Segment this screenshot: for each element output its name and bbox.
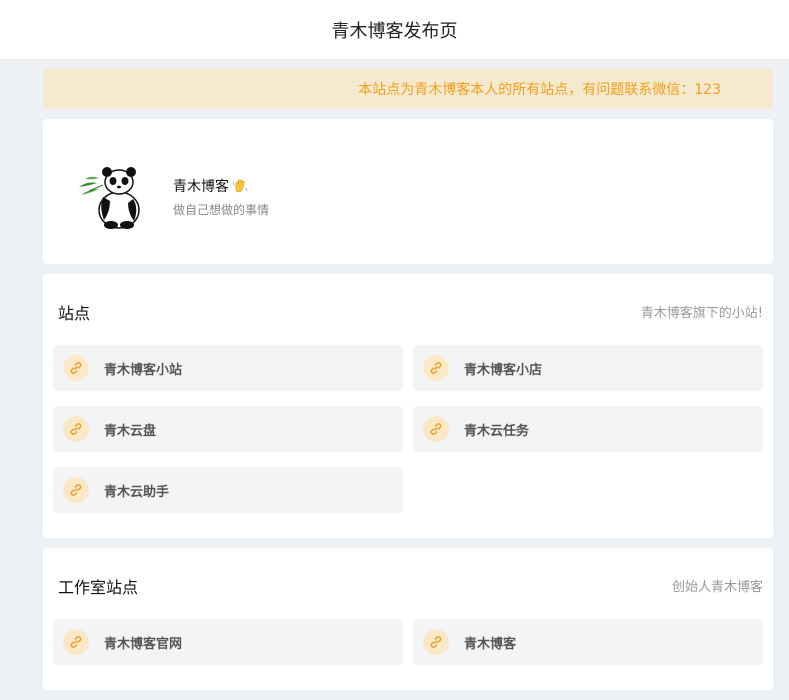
studio-link-tile[interactable]: 青木博客 (413, 619, 763, 665)
link-icon (423, 629, 449, 655)
site-link-label: 青木博客小站 (104, 362, 183, 378)
sites-card: 站点 青木博客旗下的小站! 青木博客小站 青木博客小店 青木云盘 青木云任务 青… (43, 274, 773, 538)
profile-card: 青木博客 做自己想做的事情 (43, 119, 773, 264)
notice-text: 本站点为青木博客本人的所有站点，有问题联系微信：123 (358, 82, 721, 98)
panda-icon (79, 167, 140, 229)
site-link-label: 青木博客小店 (464, 362, 543, 378)
link-icon (63, 355, 89, 381)
studio-link-label: 青木博客官网 (104, 636, 183, 652)
page-title: 青木博客发布页 (331, 20, 458, 42)
link-icon (63, 477, 89, 503)
studio-link-label: 青木博客 (464, 636, 517, 652)
site-link-tile[interactable]: 青木云助手 (53, 467, 403, 513)
sites-title: 站点 (58, 304, 91, 323)
site-link-label: 青木云助手 (104, 484, 170, 500)
notice-banner: 本站点为青木博客本人的所有站点，有问题联系微信：123 (43, 69, 773, 109)
site-link-label: 青木云盘 (104, 423, 157, 439)
waving-hand-icon (232, 179, 248, 193)
profile-name: 青木博客 (173, 179, 229, 195)
studio-link-tile[interactable]: 青木博客官网 (53, 619, 403, 665)
site-link-tile[interactable]: 青木博客小店 (413, 345, 763, 391)
site-link-tile[interactable]: 青木博客小站 (53, 345, 403, 391)
link-icon (63, 416, 89, 442)
studio-title: 工作室站点 (58, 578, 139, 597)
link-icon (423, 355, 449, 381)
site-link-label: 青木云任务 (464, 423, 530, 439)
profile-name-row: 青木博客 (173, 176, 248, 196)
profile-motto: 做自己想做的事情 (173, 203, 270, 217)
link-icon (423, 416, 449, 442)
link-icon (63, 629, 89, 655)
site-link-tile[interactable]: 青木云盘 (53, 406, 403, 452)
page-header: 青木博客发布页 (0, 0, 789, 59)
studio-card: 工作室站点 创始人青木博客 青木博客官网 青木博客 (43, 548, 773, 690)
studio-note: 创始人青木博客 (671, 580, 763, 595)
sites-note: 青木博客旗下的小站! (640, 306, 763, 321)
site-link-tile[interactable]: 青木云任务 (413, 406, 763, 452)
